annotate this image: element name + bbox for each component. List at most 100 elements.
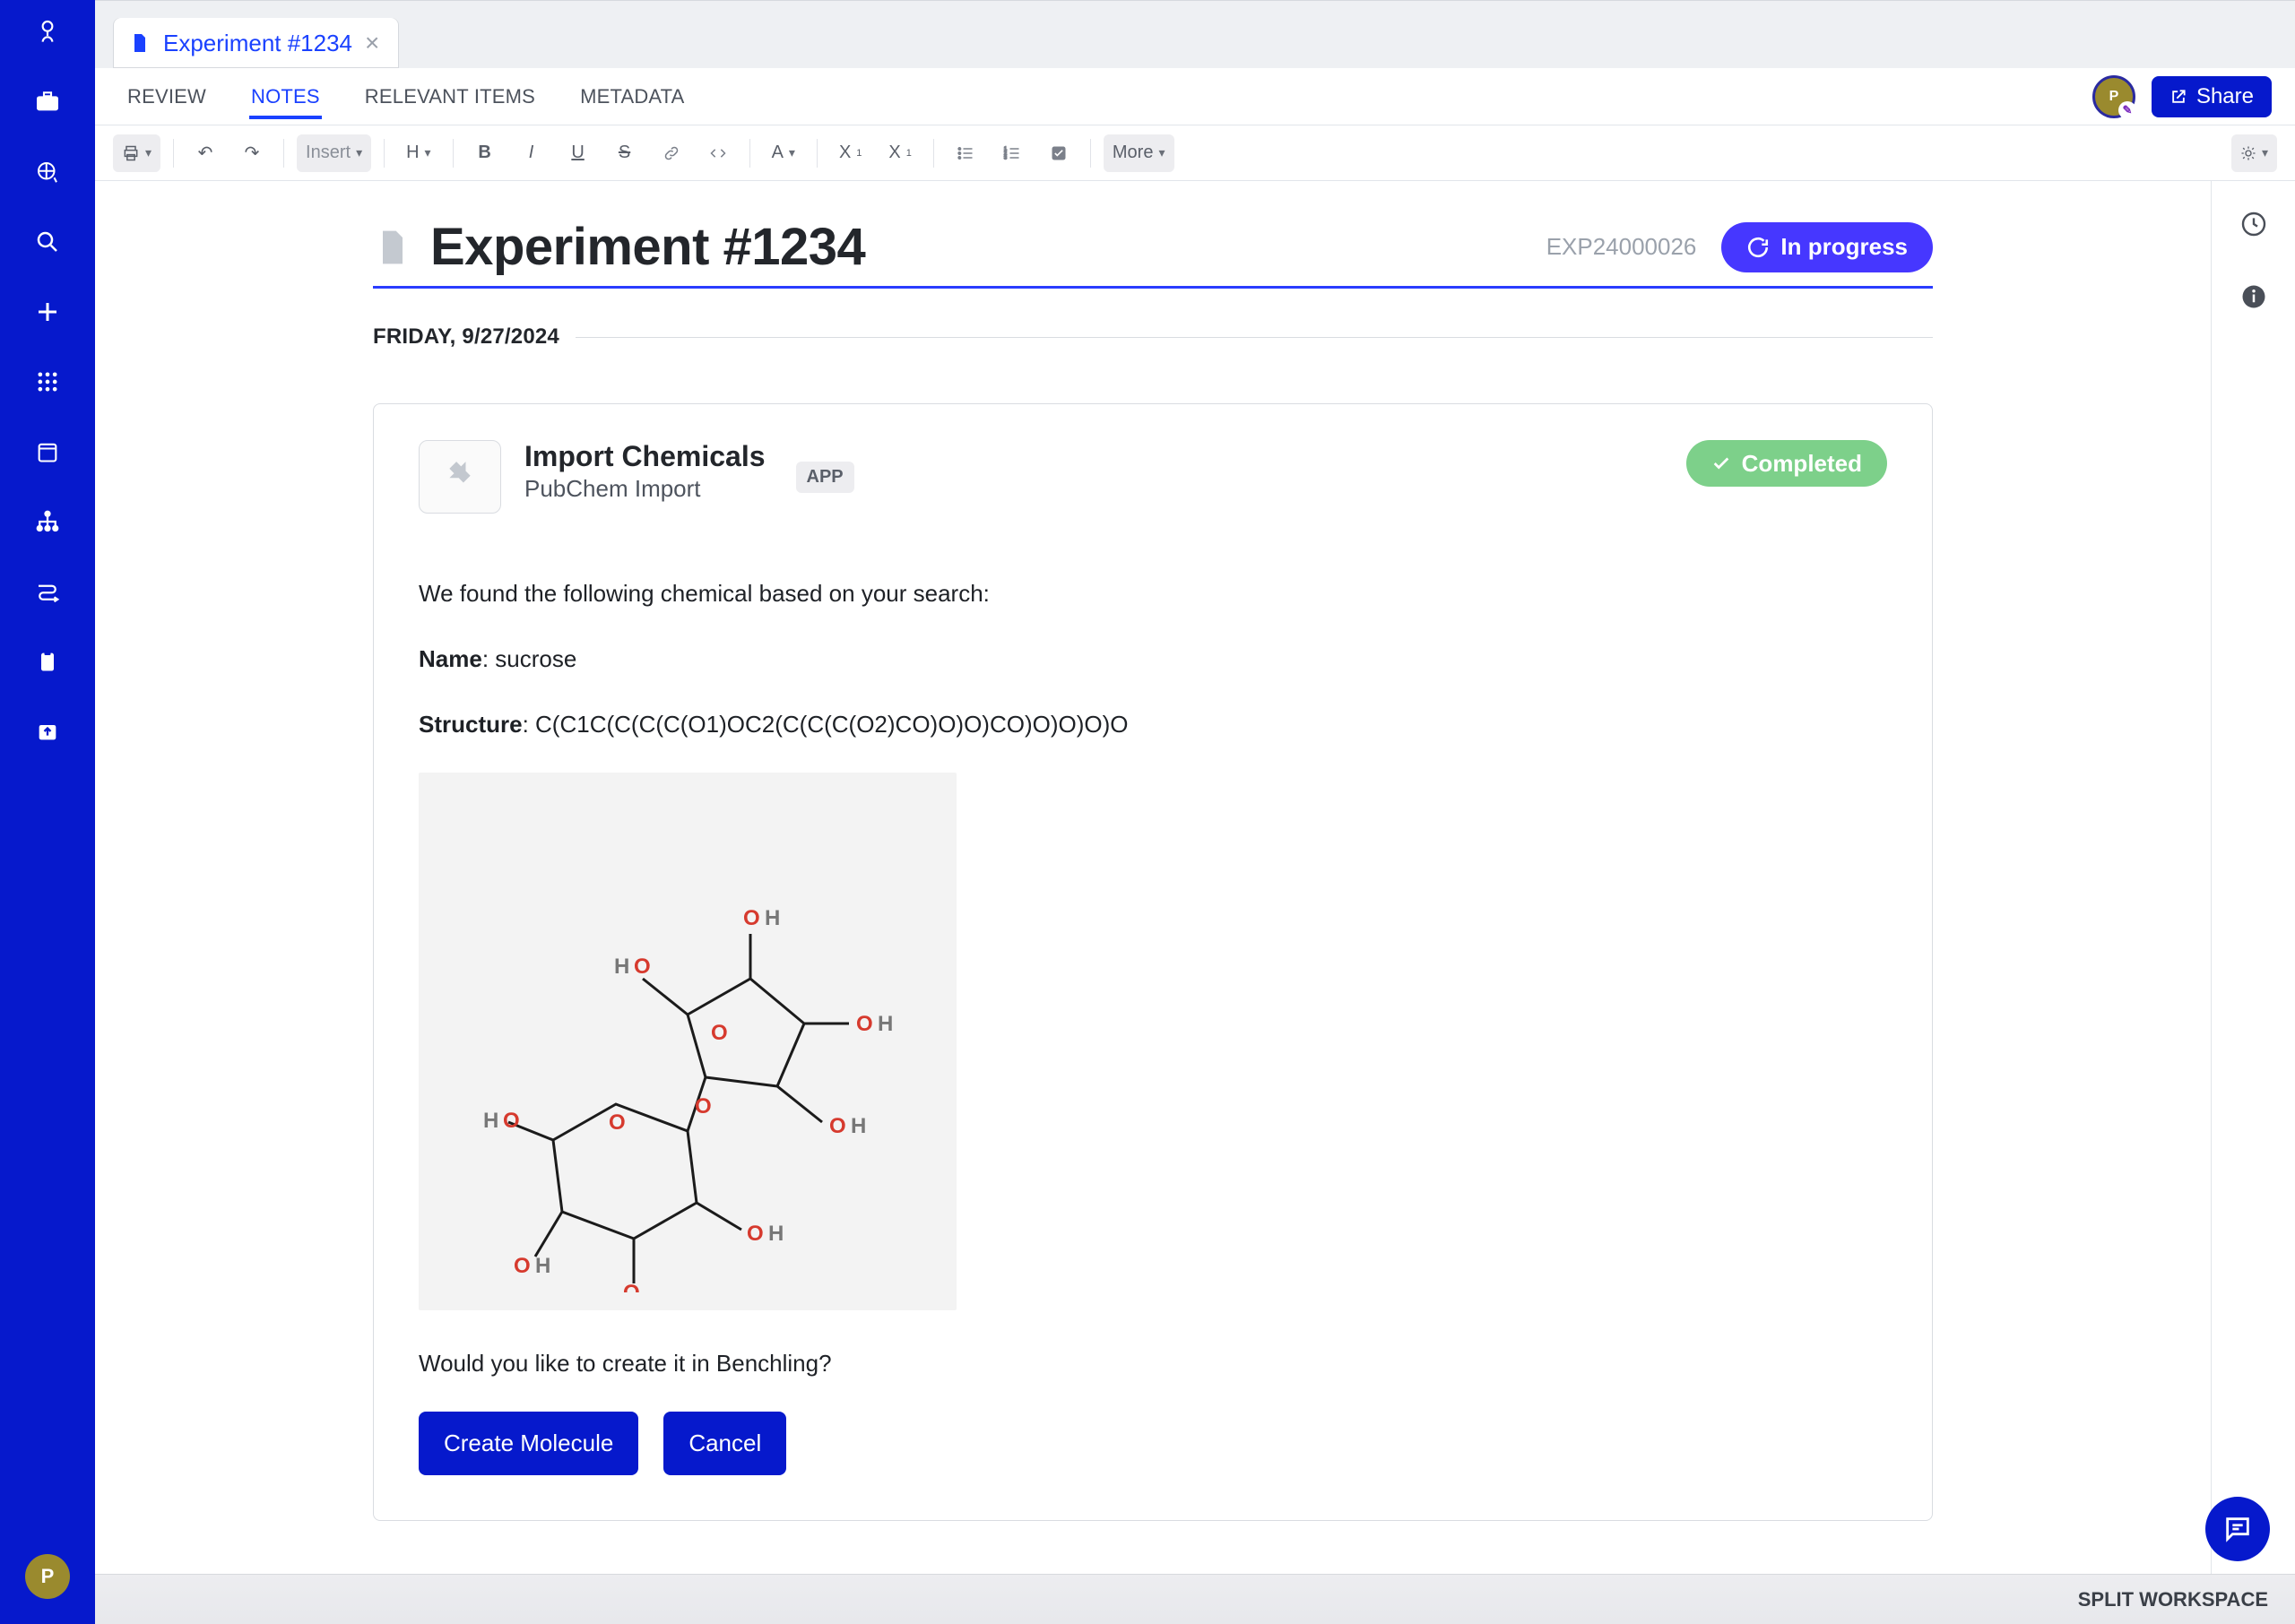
name-value: : sucrose xyxy=(482,645,577,672)
chat-fab[interactable] xyxy=(2205,1497,2270,1561)
collaborator-initial: P xyxy=(2109,89,2119,105)
logo-icon[interactable] xyxy=(31,16,64,48)
ordered-list-button[interactable]: 123 xyxy=(993,134,1031,172)
text-color-button[interactable]: A ▾ xyxy=(763,134,804,172)
split-workspace-button[interactable]: SPLIT WORKSPACE xyxy=(2078,1588,2268,1611)
code-icon xyxy=(709,144,727,162)
share-button[interactable]: Share xyxy=(2152,76,2272,117)
avatar-initial: P xyxy=(41,1565,55,1588)
bullet-list-button[interactable] xyxy=(947,134,984,172)
completed-chip: Completed xyxy=(1686,440,1887,487)
print-button[interactable]: ▾ xyxy=(113,134,160,172)
document-icon xyxy=(129,30,151,56)
archive-icon[interactable] xyxy=(31,436,64,468)
svg-text:O: O xyxy=(711,1021,728,1045)
svg-text:H: H xyxy=(535,1254,550,1278)
svg-text:3: 3 xyxy=(1004,155,1007,160)
svg-text:O: O xyxy=(503,1109,520,1133)
briefcase-icon[interactable] xyxy=(31,86,64,118)
card-subtitle: PubChem Import xyxy=(524,475,766,503)
route-icon[interactable] xyxy=(31,575,64,608)
svg-text:O: O xyxy=(695,1094,712,1119)
tab-review[interactable]: REVIEW xyxy=(126,74,208,119)
redo-button[interactable]: ↷ xyxy=(233,134,271,172)
hierarchy-icon[interactable] xyxy=(31,505,64,538)
checkbox-button[interactable] xyxy=(1040,134,1078,172)
svg-text:O: O xyxy=(634,955,651,979)
superscript-button[interactable]: X1 xyxy=(879,134,920,172)
user-avatar[interactable]: P xyxy=(25,1554,70,1599)
a-label: A xyxy=(772,143,784,163)
svg-text:O: O xyxy=(609,1110,626,1135)
cancel-button[interactable]: Cancel xyxy=(663,1412,786,1475)
svg-text:H: H xyxy=(614,955,629,979)
settings-button[interactable]: ▾ xyxy=(2231,134,2277,172)
caret-icon: ▾ xyxy=(2262,145,2268,160)
editor-scroll-area[interactable]: Experiment #1234 EXP24000026 In progress… xyxy=(95,181,2211,1574)
clipboard-icon[interactable] xyxy=(31,645,64,678)
name-label: Name xyxy=(419,645,482,672)
more-button[interactable]: More ▾ xyxy=(1104,134,1174,172)
globe-icon[interactable] xyxy=(31,156,64,188)
svg-text:O: O xyxy=(623,1281,640,1292)
date-label: FRIDAY, 9/27/2024 xyxy=(373,324,559,350)
sub-tab-bar: REVIEW NOTES RELEVANT ITEMS METADATA P ✎… xyxy=(95,68,2295,125)
check-icon xyxy=(1711,454,1731,473)
svg-text:O: O xyxy=(747,1222,764,1246)
plus-icon[interactable] xyxy=(31,296,64,328)
underline-button[interactable]: U xyxy=(559,134,597,172)
search-icon[interactable] xyxy=(31,226,64,258)
close-tab-button[interactable]: × xyxy=(365,30,379,56)
history-icon[interactable] xyxy=(2239,210,2268,238)
status-pill[interactable]: In progress xyxy=(1721,222,1933,272)
undo-button[interactable]: ↶ xyxy=(186,134,224,172)
document-tab[interactable]: Experiment #1234 × xyxy=(113,18,399,68)
link-button[interactable] xyxy=(653,134,690,172)
more-label: More xyxy=(1113,143,1154,163)
status-label: In progress xyxy=(1780,233,1908,261)
bold-button[interactable]: B xyxy=(466,134,504,172)
intro-text: We found the following chemical based on… xyxy=(419,576,1887,611)
date-divider: FRIDAY, 9/27/2024 xyxy=(373,324,1933,350)
pencil-icon: ✎ xyxy=(2118,101,2136,119)
strike-button[interactable]: S xyxy=(606,134,644,172)
tab-notes[interactable]: NOTES xyxy=(249,74,322,119)
footer-bar: SPLIT WORKSPACE xyxy=(95,1574,2295,1624)
svg-text:H: H xyxy=(768,1222,784,1246)
structure-value: : C(C1C(C(C(C(O1)OC2(C(C(C(O2)CO)O)O)CO)… xyxy=(523,711,1129,738)
experiment-id: EXP24000026 xyxy=(1546,233,1697,261)
apps-grid-icon[interactable] xyxy=(31,366,64,398)
editor-toolbar: ▾ ↶ ↷ Insert ▾ H ▾ B I U S xyxy=(95,125,2295,181)
subscript-button[interactable]: X1 xyxy=(830,134,870,172)
document-title[interactable]: Experiment #1234 xyxy=(430,217,865,277)
tab-relevant-items[interactable]: RELEVANT ITEMS xyxy=(363,74,537,119)
chat-icon xyxy=(2222,1514,2253,1544)
question-text: Would you like to create it in Benchling… xyxy=(419,1346,1887,1381)
molecule-image: OH OH OH HO O O O HO OH xyxy=(419,773,957,1310)
create-molecule-button[interactable]: Create Molecule xyxy=(419,1412,638,1475)
insert-label: Insert xyxy=(306,143,351,163)
svg-text:O: O xyxy=(856,1012,873,1036)
document-tab-bar: Experiment #1234 × xyxy=(95,0,2295,68)
checkbox-icon xyxy=(1050,144,1068,162)
right-rail xyxy=(2211,181,2295,1574)
info-icon[interactable] xyxy=(2240,283,2267,310)
tab-metadata[interactable]: METADATA xyxy=(578,74,687,119)
collaborator-avatar[interactable]: P ✎ xyxy=(2092,75,2135,118)
bullet-list-icon xyxy=(957,144,974,162)
link-icon xyxy=(663,144,680,162)
svg-text:H: H xyxy=(878,1012,893,1036)
heading-button[interactable]: H ▾ xyxy=(397,134,439,172)
upload-box-icon[interactable] xyxy=(31,715,64,747)
svg-text:H: H xyxy=(483,1109,498,1133)
h-label: H xyxy=(406,143,419,163)
italic-button[interactable]: I xyxy=(513,134,550,172)
completed-label: Completed xyxy=(1742,450,1862,478)
document-icon xyxy=(373,224,412,271)
code-button[interactable] xyxy=(699,134,737,172)
app-badge: APP xyxy=(796,462,854,493)
ordered-list-icon: 123 xyxy=(1003,144,1021,162)
plugin-icon xyxy=(419,440,501,514)
insert-button[interactable]: Insert ▾ xyxy=(297,134,371,172)
svg-text:O: O xyxy=(514,1254,531,1278)
